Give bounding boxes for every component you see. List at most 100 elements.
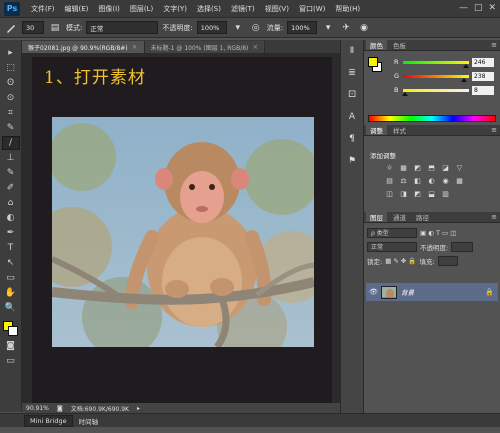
adjustment-icon[interactable]: ◨: [398, 189, 409, 198]
adjustment-icon[interactable]: ▽: [454, 163, 465, 172]
blue-value[interactable]: 8: [472, 85, 494, 95]
opacity-input[interactable]: 100%: [196, 21, 227, 34]
red-slider[interactable]: [403, 60, 470, 68]
document-canvas[interactable]: 1、打开素材: [32, 57, 332, 403]
tab-channels[interactable]: 通道: [389, 212, 410, 222]
doc-tab-monkey[interactable]: 猴子02081.jpg @ 90.9%(RGB/8#) ×: [22, 41, 145, 53]
brush-tool-icon[interactable]: ∕: [1, 136, 20, 150]
menu-file[interactable]: 文件(F): [26, 4, 60, 14]
green-slider[interactable]: [403, 74, 469, 82]
slider-knob[interactable]: [401, 91, 408, 96]
tab-styles[interactable]: 样式: [389, 125, 410, 135]
panel-menu-icon[interactable]: ≡: [491, 213, 497, 221]
adjustment-icon[interactable]: ◧: [412, 176, 423, 185]
slider-knob[interactable]: [463, 63, 470, 68]
brush-tool-icon[interactable]: [4, 21, 18, 35]
tool-presets-icon[interactable]: ⚑: [344, 154, 360, 168]
fill-input[interactable]: [437, 255, 458, 266]
adjustment-icon[interactable]: ◉: [440, 176, 451, 185]
type-tool-icon[interactable]: T: [2, 241, 20, 255]
adjustment-icon[interactable]: ◪: [440, 163, 451, 172]
menu-type[interactable]: 文字(Y): [158, 4, 192, 14]
close-icon[interactable]: ×: [132, 43, 138, 51]
adjustment-icon[interactable]: ◩: [412, 163, 423, 172]
layer-row-background[interactable]: 👁 背景 🔒: [366, 283, 498, 301]
history-panel-icon[interactable]: Ⅱ: [344, 44, 360, 58]
green-value[interactable]: 238: [472, 71, 494, 81]
lasso-tool-icon[interactable]: ʘ: [2, 76, 20, 90]
brush-panel-icon[interactable]: ▤: [48, 21, 62, 35]
blend-mode-select[interactable]: 正常: [367, 241, 417, 252]
foreground-color-swatch[interactable]: [368, 57, 378, 67]
zoom-tool-icon[interactable]: 🔍: [2, 301, 20, 315]
adjustment-icon[interactable]: ▦: [454, 176, 465, 185]
character-panel-icon[interactable]: A: [344, 110, 360, 124]
adjustment-icon[interactable]: ◐: [426, 176, 437, 185]
marquee-tool-icon[interactable]: ⬚: [2, 61, 20, 75]
info-panel-icon[interactable]: ⚀: [344, 88, 360, 102]
doc-tab-untitled[interactable]: 未标题-1 @ 100% (图层 1, RGB/8) ×: [144, 41, 266, 53]
tab-color[interactable]: 颜色: [366, 40, 387, 50]
layer-opacity-input[interactable]: [451, 241, 474, 252]
blue-slider[interactable]: [401, 88, 469, 96]
menu-filter[interactable]: 滤镜(T): [226, 4, 260, 14]
move-tool-icon[interactable]: ▸: [2, 46, 20, 60]
chevron-down-icon[interactable]: ▾: [321, 21, 335, 35]
menu-select[interactable]: 选择(S): [192, 4, 226, 14]
tab-swatches[interactable]: 色板: [389, 40, 410, 50]
tab-timeline[interactable]: 时间轴: [79, 416, 99, 426]
tab-paths[interactable]: 路径: [412, 212, 433, 222]
minimize-button[interactable]: —: [459, 3, 468, 13]
shape-tool-icon[interactable]: ▭: [2, 271, 20, 285]
stamp-tool-icon[interactable]: ⊥: [2, 151, 20, 165]
dodge-tool-icon[interactable]: ◐: [2, 211, 20, 225]
adjustment-icon[interactable]: ▤: [384, 176, 395, 185]
tab-mini-bridge[interactable]: Mini Bridge: [24, 414, 73, 427]
path-select-tool-icon[interactable]: ↖: [2, 256, 20, 270]
filter-icons[interactable]: ▣ ◐ T ▭ ◫: [420, 229, 456, 237]
adjustment-icon[interactable]: ◩: [412, 189, 423, 198]
panel-menu-icon[interactable]: ≡: [491, 126, 497, 134]
panel-menu-icon[interactable]: ≡: [491, 41, 497, 49]
history-brush-tool-icon[interactable]: ✎: [2, 166, 20, 180]
screen-mode-icon[interactable]: ▭: [2, 354, 20, 368]
doc-info-icon[interactable]: ◙: [57, 405, 63, 412]
adjustment-icon[interactable]: ☼: [384, 163, 395, 172]
adjustment-icon[interactable]: ◫: [384, 189, 395, 198]
brush-size-picker[interactable]: 30: [22, 21, 44, 34]
slider-knob[interactable]: [461, 77, 468, 82]
chevron-right-icon[interactable]: ▸: [137, 405, 140, 412]
background-color-swatch[interactable]: [7, 326, 18, 336]
tab-adjustments[interactable]: 调整: [366, 125, 387, 135]
color-spectrum[interactable]: [368, 115, 496, 122]
adjustment-icon[interactable]: ▥: [440, 189, 451, 198]
zoom-level[interactable]: 90.91%: [26, 405, 49, 412]
red-value[interactable]: 246: [472, 57, 494, 67]
menu-view[interactable]: 视图(V): [260, 4, 294, 14]
color-swatches[interactable]: [2, 320, 20, 338]
quick-mask-icon[interactable]: ◙: [2, 339, 20, 353]
adjustment-icon[interactable]: ⚖: [398, 176, 409, 185]
lock-icons[interactable]: ▦ ✎ ✥ 🔒: [385, 257, 416, 265]
eraser-tool-icon[interactable]: ✐: [2, 181, 20, 195]
canvas-area[interactable]: 1、打开素材: [22, 53, 340, 403]
menu-layer[interactable]: 图层(L): [125, 4, 158, 14]
gradient-tool-icon[interactable]: ⌂: [2, 196, 20, 210]
properties-panel-icon[interactable]: ≣: [344, 66, 360, 80]
close-button[interactable]: ✕: [488, 3, 496, 13]
flow-input[interactable]: 100%: [287, 21, 318, 34]
menu-help[interactable]: 帮助(H): [330, 4, 365, 14]
pressure-opacity-icon[interactable]: ◎: [249, 21, 263, 35]
menu-edit[interactable]: 编辑(E): [60, 4, 94, 14]
tab-layers[interactable]: 图层: [366, 212, 387, 222]
pen-tool-icon[interactable]: ✒: [2, 226, 20, 240]
eye-icon[interactable]: 👁: [369, 288, 378, 296]
eyedropper-tool-icon[interactable]: ✎: [2, 121, 20, 135]
hand-tool-icon[interactable]: ✋: [2, 286, 20, 300]
maximize-button[interactable]: □: [474, 3, 483, 13]
airbrush-icon[interactable]: ✈: [339, 21, 353, 35]
adjustment-icon[interactable]: ⬓: [426, 189, 437, 198]
mode-select[interactable]: 正常: [86, 21, 159, 34]
chevron-down-icon[interactable]: ▾: [231, 21, 245, 35]
close-icon[interactable]: ×: [252, 43, 258, 51]
